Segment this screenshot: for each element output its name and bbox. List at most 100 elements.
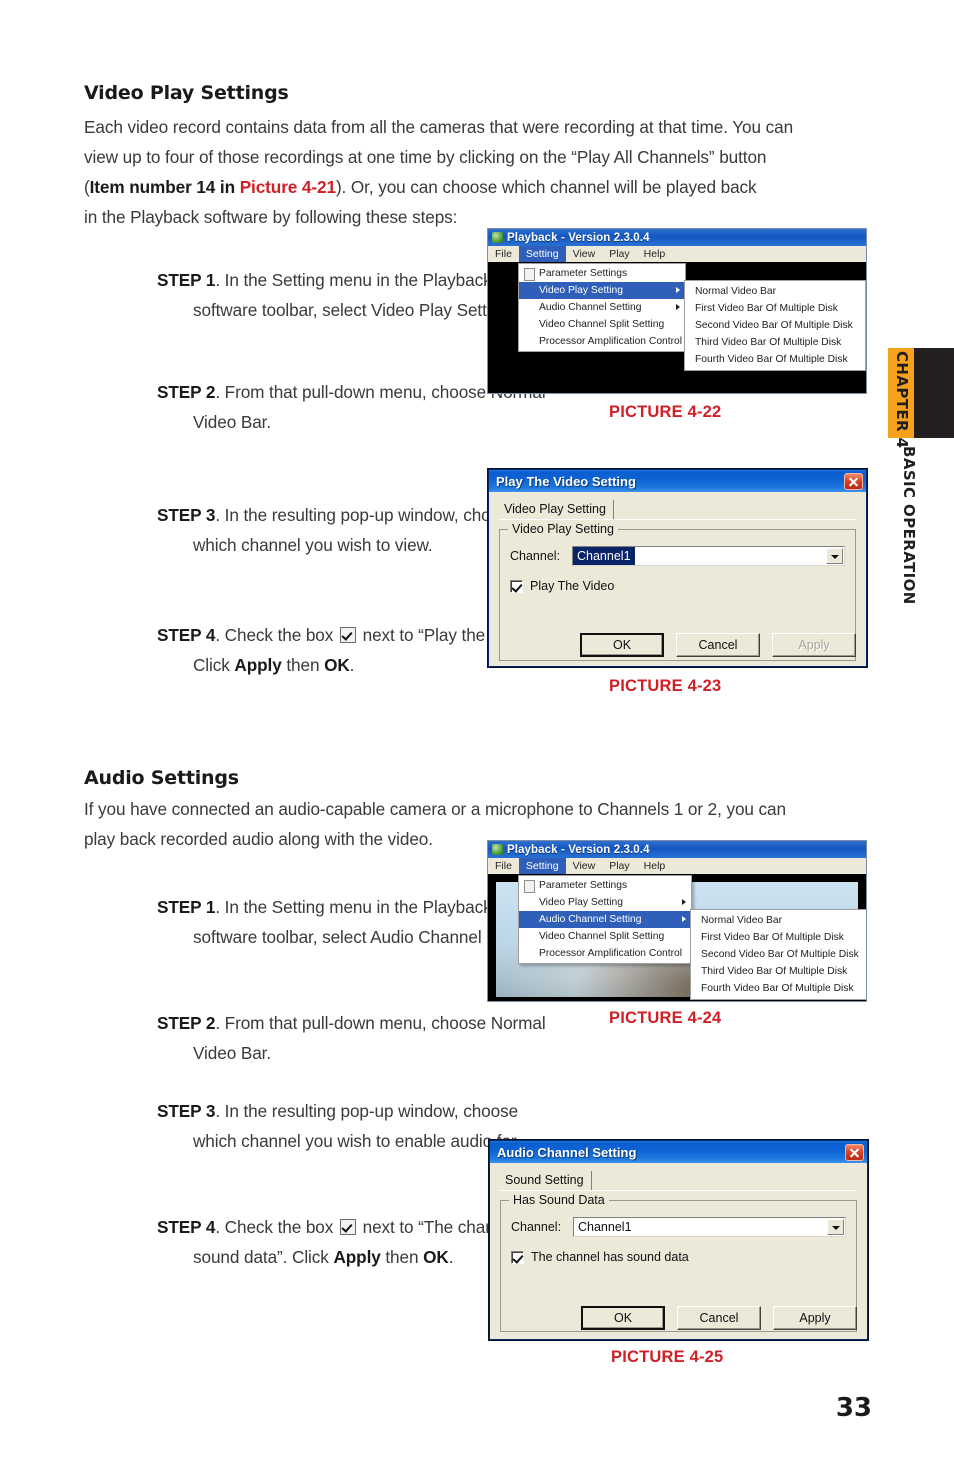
audio-step-4-period: . bbox=[448, 1247, 454, 1267]
menubar-item-setting[interactable]: Setting bbox=[518, 246, 566, 262]
play-the-video-checkbox[interactable] bbox=[510, 579, 523, 593]
menu-item-processor-amplification-control-label: Processor Amplification Control bbox=[539, 336, 683, 347]
menu-item-audio-channel-setting[interactable]: Audio Channel Setting bbox=[519, 911, 691, 928]
video-channel-combobox[interactable]: Channel1 bbox=[572, 546, 845, 566]
menubar-item-setting[interactable]: Setting bbox=[518, 858, 566, 874]
tab-sound-setting[interactable]: Sound Setting bbox=[500, 1171, 592, 1190]
audio-intro-line-1: If you have connected an audio-capable c… bbox=[84, 799, 786, 819]
video-dialog-body: Video Play Setting Video Play Setting Ch… bbox=[489, 492, 866, 666]
submenu-arrow-icon bbox=[676, 287, 680, 293]
intro-line-4: in the Playback software by following th… bbox=[84, 207, 458, 227]
audio-ok-button[interactable]: OK bbox=[581, 1306, 665, 1330]
menu-item-processor-amplification-control[interactable]: Processor Amplification Control bbox=[519, 945, 691, 962]
menubar-item-view[interactable]: View bbox=[566, 858, 603, 874]
audio-cancel-button[interactable]: Cancel bbox=[677, 1306, 761, 1330]
playback-titlebar-4-24: Playback - Version 2.3.0.4 bbox=[488, 841, 866, 858]
video-ok-button[interactable]: OK bbox=[580, 633, 664, 657]
submenu-item-fourth-video-bar[interactable]: Fourth Video Bar Of Multiple Disk bbox=[685, 351, 865, 368]
audio-dialog-title-text: Audio Channel Setting bbox=[497, 1144, 637, 1160]
checked-checkbox-icon bbox=[339, 627, 356, 643]
menubar-item-file[interactable]: File bbox=[488, 858, 519, 874]
submenu-item-third-video-bar[interactable]: Third Video Bar Of Multiple Disk bbox=[685, 334, 865, 351]
menu-item-video-play-setting[interactable]: Video Play Setting bbox=[519, 282, 685, 299]
video-step-4-apply: Apply bbox=[234, 655, 282, 675]
playback-app-icon bbox=[492, 844, 503, 855]
audio-channel-submenu-4-24: Normal Video Bar First Video Bar Of Mult… bbox=[690, 909, 866, 1000]
caption-picture-4-24: PICTURE 4-24 bbox=[609, 1009, 722, 1027]
chapter-tab-chapter-label: CHAPTER 4 bbox=[893, 351, 911, 449]
submenu-item-second-video-bar[interactable]: Second Video Bar Of Multiple Disk bbox=[691, 946, 866, 963]
chapter-tab-section-label: BASIC OPERATION bbox=[900, 446, 918, 605]
audio-channel-label: Channel: bbox=[511, 1220, 562, 1234]
menu-item-processor-amplification-control[interactable]: Processor Amplification Control bbox=[519, 333, 685, 350]
video-apply-button[interactable]: Apply bbox=[772, 633, 856, 657]
video-step-1-label: STEP 1 bbox=[157, 270, 216, 290]
checked-checkbox-icon bbox=[339, 1219, 356, 1235]
video-step-3-text: . In the resulting pop-up window, choose… bbox=[193, 505, 519, 555]
has-sound-data-checkbox-row[interactable]: The channel has sound data bbox=[511, 1250, 846, 1264]
audio-dialog-body: Sound Setting Has Sound Data Channel: Ch… bbox=[490, 1163, 867, 1339]
menubar-item-play[interactable]: Play bbox=[602, 858, 636, 874]
menu-item-parameter-settings[interactable]: Parameter Settings bbox=[519, 265, 685, 282]
submenu-item-third-video-bar[interactable]: Third Video Bar Of Multiple Disk bbox=[691, 963, 866, 980]
audio-step-4-text-pre: . Check the box bbox=[215, 1217, 338, 1237]
menubar-item-help[interactable]: Help bbox=[637, 246, 673, 262]
menu-item-video-channel-split-setting[interactable]: Video Channel Split Setting bbox=[519, 928, 691, 945]
close-icon[interactable] bbox=[844, 472, 863, 490]
menubar-item-file[interactable]: File bbox=[488, 246, 519, 262]
video-step-4-ok: OK bbox=[324, 655, 350, 675]
menu-item-video-channel-split-setting-label: Video Channel Split Setting bbox=[539, 931, 665, 942]
manual-page: CHAPTER 4 BASIC OPERATION Video Play Set… bbox=[0, 0, 954, 1475]
picture-4-21-reference: Picture 4-21 bbox=[239, 177, 336, 197]
video-dialog-title-text: Play The Video Setting bbox=[496, 473, 636, 489]
menu-item-parameter-settings[interactable]: Parameter Settings bbox=[519, 877, 691, 894]
audio-channel-field-row: Channel: Channel1 bbox=[511, 1217, 846, 1237]
audio-step-4-label: STEP 4 bbox=[157, 1217, 216, 1237]
audio-step-4-ok: OK bbox=[423, 1247, 449, 1267]
page-number: 33 bbox=[835, 1393, 872, 1423]
audio-apply-button[interactable]: Apply bbox=[773, 1306, 857, 1330]
submenu-item-normal-video-bar[interactable]: Normal Video Bar bbox=[691, 912, 866, 929]
audio-dialog-button-row: OK Cancel Apply bbox=[500, 1306, 857, 1330]
playback-menubar-4-24: File Setting View Play Help bbox=[488, 858, 866, 875]
intro-line-3-bold: Item number 14 in bbox=[89, 177, 240, 197]
screenshot-picture-4-25: Audio Channel Setting Sound Setting Has … bbox=[489, 1140, 868, 1340]
setting-dropdown-menu-4-22: Parameter Settings Video Play Setting Au… bbox=[518, 263, 686, 352]
submenu-item-first-video-bar[interactable]: First Video Bar Of Multiple Disk bbox=[685, 300, 865, 317]
submenu-item-normal-video-bar[interactable]: Normal Video Bar bbox=[685, 283, 865, 300]
chevron-down-icon[interactable] bbox=[827, 1219, 844, 1235]
menu-item-audio-channel-setting-label: Audio Channel Setting bbox=[539, 914, 642, 925]
audio-dialog-tabstrip: Sound Setting bbox=[500, 1171, 857, 1191]
audio-step-2-text: . From that pull-down menu, choose Norma… bbox=[193, 1013, 546, 1063]
audio-channel-combobox[interactable]: Channel1 bbox=[573, 1217, 846, 1237]
section-heading-audio-settings: Audio Settings bbox=[84, 767, 239, 789]
menu-item-audio-channel-setting[interactable]: Audio Channel Setting bbox=[519, 299, 685, 316]
video-step-4-then: then bbox=[281, 655, 325, 675]
chapter-tab-black-block bbox=[914, 348, 954, 438]
audio-groupbox-legend: Has Sound Data bbox=[509, 1193, 609, 1207]
submenu-item-second-video-bar[interactable]: Second Video Bar Of Multiple Disk bbox=[685, 317, 865, 334]
video-play-submenu-4-22: Normal Video Bar First Video Bar Of Mult… bbox=[684, 280, 866, 371]
close-icon[interactable] bbox=[845, 1143, 864, 1161]
menu-item-audio-channel-setting-label: Audio Channel Setting bbox=[539, 302, 642, 313]
audio-step-3-label: STEP 3 bbox=[157, 1101, 216, 1121]
submenu-item-fourth-video-bar[interactable]: Fourth Video Bar Of Multiple Disk bbox=[691, 980, 866, 997]
tab-video-play-setting[interactable]: Video Play Setting bbox=[499, 500, 614, 519]
menubar-item-help[interactable]: Help bbox=[637, 858, 673, 874]
menu-item-video-play-setting-label: Video Play Setting bbox=[539, 285, 623, 296]
caption-picture-4-22: PICTURE 4-22 bbox=[609, 403, 722, 421]
playback-title-text: Playback - Version 2.3.0.4 bbox=[507, 231, 650, 244]
menu-item-video-play-setting[interactable]: Video Play Setting bbox=[519, 894, 691, 911]
screenshot-picture-4-23: Play The Video Setting Video Play Settin… bbox=[488, 469, 867, 667]
submenu-item-first-video-bar[interactable]: First Video Bar Of Multiple Disk bbox=[691, 929, 866, 946]
menubar-item-view[interactable]: View bbox=[566, 246, 603, 262]
menu-item-parameter-settings-label: Parameter Settings bbox=[539, 880, 628, 891]
has-sound-data-checkbox[interactable] bbox=[511, 1250, 524, 1264]
video-dialog-button-row: OK Cancel Apply bbox=[499, 633, 856, 657]
menu-item-video-channel-split-setting[interactable]: Video Channel Split Setting bbox=[519, 316, 685, 333]
video-cancel-button[interactable]: Cancel bbox=[676, 633, 760, 657]
play-the-video-checkbox-row[interactable]: Play The Video bbox=[510, 579, 845, 593]
intro-line-2: view up to four of those recordings at o… bbox=[84, 147, 767, 167]
chevron-down-icon[interactable] bbox=[826, 548, 843, 564]
menubar-item-play[interactable]: Play bbox=[602, 246, 636, 262]
